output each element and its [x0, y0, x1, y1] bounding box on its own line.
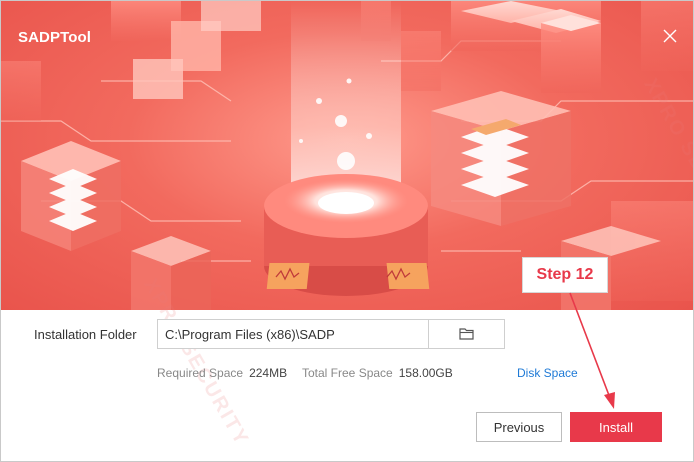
free-space-value: 158.00GB — [398, 366, 453, 380]
previous-button[interactable]: Previous — [476, 412, 562, 442]
path-field-group — [157, 319, 505, 349]
free-space-label: Total Free Space — [302, 366, 393, 380]
free-space: Total Free Space 158.00GB — [302, 366, 453, 380]
app-title: SADPTool — [18, 29, 92, 46]
installation-path-input[interactable] — [158, 320, 428, 348]
close-icon — [663, 29, 677, 43]
installer-window: SADPTool XPRO SECURITY XPRO SECURITY Ins… — [0, 0, 694, 462]
required-space-value: 224MB — [249, 366, 288, 380]
installation-folder-label: Installation Folder — [34, 327, 137, 342]
disk-space-link[interactable]: Disk Space — [517, 366, 578, 380]
folder-icon — [459, 328, 474, 340]
required-space: Required Space 224MB — [157, 366, 287, 380]
install-button[interactable]: Install — [570, 412, 662, 442]
required-space-label: Required Space — [157, 366, 244, 380]
step-annotation: Step 12 — [522, 257, 608, 293]
browse-folder-button[interactable] — [428, 320, 504, 348]
close-button[interactable] — [659, 25, 681, 47]
